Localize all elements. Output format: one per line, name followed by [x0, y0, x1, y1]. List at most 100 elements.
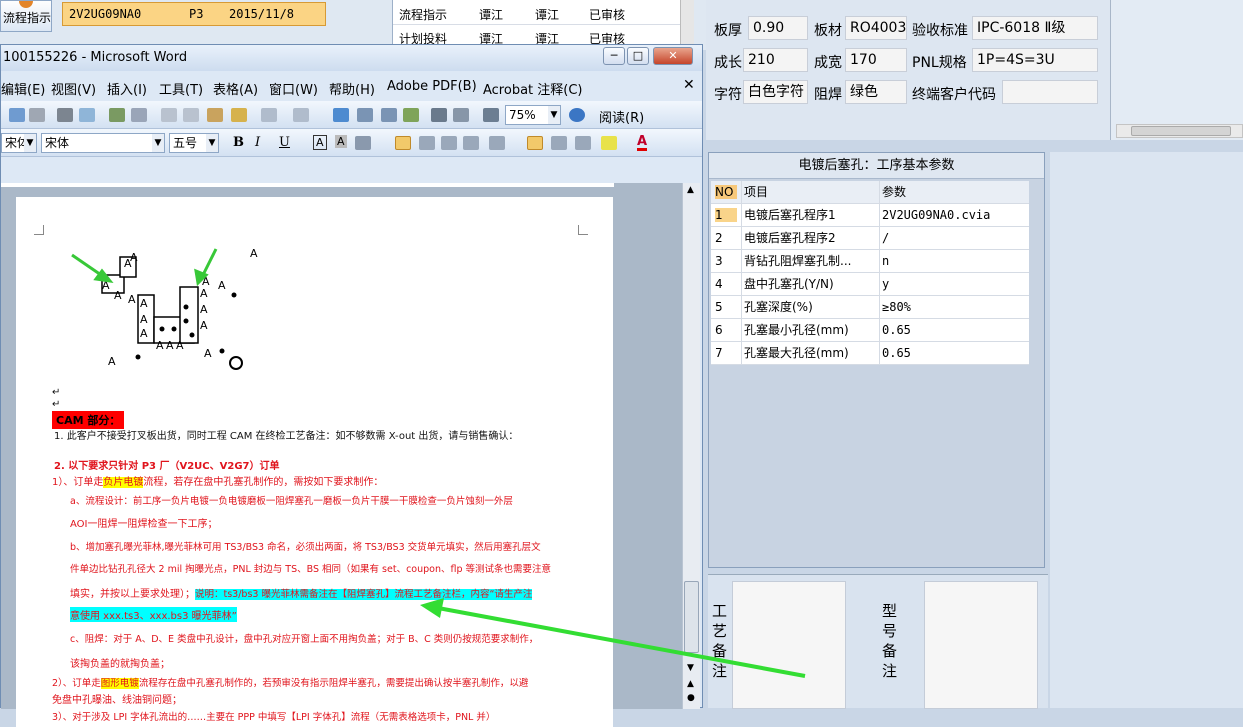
highlight-icon[interactable]	[601, 136, 617, 150]
flow-indicator-button[interactable]: 流程指示	[0, 0, 52, 32]
selected-order-row[interactable]: 2V2UG09NA0 P3 2015/11/8	[62, 2, 326, 26]
row-item: 电镀后塞孔程序1	[741, 204, 875, 226]
scrollbar-thumb[interactable]	[1131, 126, 1231, 136]
row-value[interactable]: n	[879, 250, 1027, 272]
columns-icon[interactable]	[431, 108, 447, 122]
char-scale-icon[interactable]	[355, 136, 371, 150]
style-select[interactable]: 宋体 ▼	[1, 133, 37, 153]
size-select[interactable]: 五号 ▼	[169, 133, 219, 153]
menu-insert[interactable]: 插入(I)	[107, 79, 147, 98]
table-row[interactable]: 6 孔塞最小孔径(mm) 0.65	[711, 319, 1029, 342]
model-remark-box[interactable]	[924, 581, 1038, 709]
spelling-icon[interactable]	[109, 108, 125, 122]
customer-code-field[interactable]	[1002, 80, 1098, 104]
menu-adobe-pdf[interactable]: Adobe PDF(B)	[387, 79, 477, 94]
font-color-button[interactable]: A	[637, 135, 648, 151]
scroll-up-icon[interactable]: ▲	[687, 185, 694, 195]
cut-icon[interactable]	[161, 108, 177, 122]
tables-icon[interactable]	[357, 108, 373, 122]
formatting-toolbar: 宋体 ▼ 宋体 ▼ 五号 ▼ B I U A A A	[1, 129, 702, 157]
width-field[interactable]: 170	[845, 48, 907, 72]
insert-table-icon[interactable]	[381, 108, 397, 122]
chevron-down-icon[interactable]: ▼	[548, 106, 560, 124]
menu-edit[interactable]: 编辑(E)	[1, 79, 45, 98]
copy-icon[interactable]	[183, 108, 199, 122]
drawing-icon[interactable]	[453, 108, 469, 122]
flow-table-scrollbar[interactable]	[680, 0, 694, 48]
align-center-icon[interactable]	[419, 136, 435, 150]
row-value[interactable]: ≥80%	[879, 296, 1027, 318]
doc-line: 免盘中孔曝油、线油铜问题；	[52, 695, 182, 706]
doc-close-icon[interactable]: ✕	[683, 77, 695, 93]
length-field[interactable]: 210	[743, 48, 808, 72]
table-row[interactable]: 2 电镀后塞孔程序2 /	[711, 227, 1029, 250]
row-value[interactable]: 0.65	[879, 319, 1027, 341]
menu-table[interactable]: 表格(A)	[213, 79, 258, 98]
maximize-button[interactable]: □	[627, 47, 649, 65]
legend-field[interactable]: 白色字符	[743, 80, 808, 104]
menu-view[interactable]: 视图(V)	[51, 79, 96, 98]
align-left-icon[interactable]	[395, 136, 411, 150]
board-thickness-field[interactable]: 0.90	[748, 16, 808, 40]
indent-icon[interactable]	[575, 136, 591, 150]
print-icon[interactable]	[57, 108, 73, 122]
preview-icon[interactable]	[79, 108, 95, 122]
open-icon[interactable]	[9, 108, 25, 122]
line-spacing-icon[interactable]	[489, 136, 505, 150]
table-row[interactable]: 流程指示 谭江 谭江 已审核	[393, 2, 683, 25]
redo-icon[interactable]	[293, 108, 309, 122]
read-mode-button[interactable]: 阅读(R)	[599, 107, 644, 126]
chevron-down-icon[interactable]: ▼	[206, 134, 218, 152]
menu-acrobat[interactable]: Acrobat 注释(C)	[483, 79, 583, 98]
row-value[interactable]: 0.65	[879, 342, 1027, 364]
hyperlink-icon[interactable]	[333, 108, 349, 122]
table-row[interactable]: 5 孔塞深度(%) ≥80%	[711, 296, 1029, 319]
flow-indicator-label: 流程指示	[3, 11, 52, 25]
research-icon[interactable]	[131, 108, 147, 122]
table-row[interactable]: 4 盘中孔塞孔(Y/N) y	[711, 273, 1029, 296]
menu-help[interactable]: 帮助(H)	[329, 79, 375, 98]
minimize-button[interactable]: ─	[603, 47, 625, 65]
save-icon[interactable]	[29, 108, 45, 122]
numbering-icon[interactable]	[527, 136, 543, 150]
acceptance-field[interactable]: IPC-6018 Ⅱ级	[972, 16, 1098, 40]
help-icon[interactable]	[569, 108, 585, 122]
zoom-select[interactable]: 75% ▼	[505, 105, 561, 125]
char-shading-button[interactable]: A	[335, 135, 347, 148]
browse-object-icon[interactable]: ●	[687, 693, 695, 703]
close-button[interactable]: ✕	[653, 47, 693, 65]
material-field[interactable]: RO4003C	[845, 16, 907, 40]
undo-icon[interactable]	[261, 108, 277, 122]
justify-icon[interactable]	[463, 136, 479, 150]
row-no: 5	[715, 300, 723, 314]
figure-symbol: A	[140, 313, 148, 326]
chevron-down-icon[interactable]: ▼	[152, 134, 164, 152]
font-select[interactable]: 宋体 ▼	[41, 133, 165, 153]
table-row[interactable]: 7 孔塞最大孔径(mm) 0.65	[711, 342, 1029, 365]
doc-map-icon[interactable]	[483, 108, 499, 122]
row-no: 6	[715, 323, 723, 337]
mask-field[interactable]: 绿色	[845, 80, 907, 104]
underline-button[interactable]: U	[279, 135, 290, 150]
char-border-button[interactable]: A	[313, 135, 327, 150]
excel-icon[interactable]	[403, 108, 419, 122]
chevron-down-icon[interactable]: ▼	[24, 134, 36, 152]
paste-icon[interactable]	[207, 108, 223, 122]
format-painter-icon[interactable]	[231, 108, 247, 122]
bullets-icon[interactable]	[551, 136, 567, 150]
spec-horizontal-scrollbar[interactable]	[1116, 124, 1243, 138]
doc-span: 流程，若存在盘中孔塞孔制作的，需按如下要求制作：	[143, 477, 384, 488]
row-value[interactable]: /	[879, 227, 1027, 249]
align-right-icon[interactable]	[441, 136, 457, 150]
row-value[interactable]: y	[879, 273, 1027, 295]
table-row[interactable]: 3 背钻孔阻焊塞孔制... n	[711, 250, 1029, 273]
pnl-field[interactable]: 1P=4S=3U	[972, 48, 1098, 72]
figure-symbol: A	[200, 319, 208, 332]
standard-toolbar: 75% ▼ 阅读(R)	[1, 101, 702, 129]
italic-button[interactable]: I	[255, 135, 260, 150]
row-value[interactable]: 2V2UG09NA0.cvia	[879, 204, 1027, 226]
bold-button[interactable]: B	[233, 135, 244, 150]
table-row[interactable]: 1 电镀后塞孔程序1 2V2UG09NA0.cvia	[711, 204, 1029, 227]
menu-window[interactable]: 窗口(W)	[269, 79, 318, 98]
menu-tools[interactable]: 工具(T)	[159, 79, 203, 98]
